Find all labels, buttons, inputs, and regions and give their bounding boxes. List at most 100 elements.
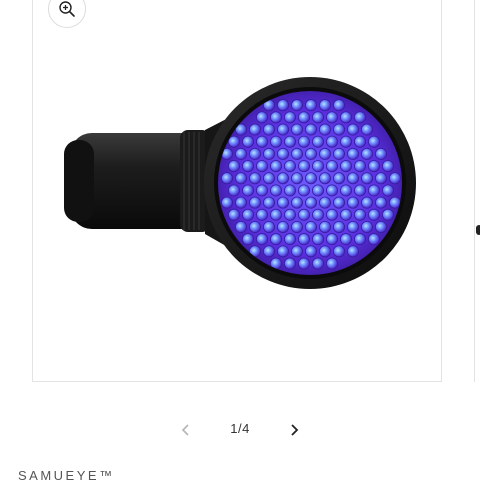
uv-led	[339, 184, 352, 197]
uv-led	[318, 147, 331, 160]
uv-led	[339, 135, 352, 148]
uv-led	[381, 184, 394, 197]
uv-led	[311, 160, 324, 173]
uv-led	[360, 147, 373, 160]
uv-led	[227, 184, 240, 197]
uv-led	[269, 160, 282, 173]
uv-led	[255, 135, 268, 148]
uv-led	[220, 196, 233, 209]
next-slide-button[interactable]	[282, 418, 306, 442]
uv-led	[241, 184, 254, 197]
uv-led	[374, 196, 387, 209]
uv-led	[297, 208, 310, 221]
uv-led	[367, 208, 380, 221]
uv-led	[290, 172, 303, 185]
uv-led	[353, 111, 366, 124]
uv-led	[262, 172, 275, 185]
uv-led	[283, 160, 296, 173]
uv-led	[360, 220, 373, 233]
uv-led	[353, 184, 366, 197]
uv-led	[276, 99, 289, 112]
uv-led	[318, 99, 331, 112]
uv-led	[353, 160, 366, 173]
uv-led	[346, 220, 359, 233]
uv-led	[283, 257, 296, 270]
total-slides: 4	[242, 421, 250, 436]
flashlight-tailcap	[64, 140, 94, 222]
uv-led	[269, 233, 282, 246]
uv-led	[234, 196, 247, 209]
uv-led	[332, 123, 345, 136]
uv-led	[332, 147, 345, 160]
uv-led	[248, 147, 261, 160]
uv-led	[325, 111, 338, 124]
uv-led	[304, 99, 317, 112]
previous-slide-button[interactable]	[174, 418, 198, 442]
uv-led	[311, 233, 324, 246]
uv-led	[318, 123, 331, 136]
uv-led	[220, 172, 233, 185]
product-image[interactable]	[0, 0, 480, 400]
uv-led	[339, 233, 352, 246]
uv-led	[367, 135, 380, 148]
uv-led	[276, 172, 289, 185]
uv-led	[325, 184, 338, 197]
uv-led	[311, 184, 324, 197]
uv-led	[318, 220, 331, 233]
uv-led	[311, 111, 324, 124]
uv-led	[374, 147, 387, 160]
uv-led	[241, 208, 254, 221]
uv-led	[367, 160, 380, 173]
uv-led	[262, 196, 275, 209]
uv-led	[297, 160, 310, 173]
uv-led	[367, 184, 380, 197]
uv-led	[332, 99, 345, 112]
uv-led	[304, 196, 317, 209]
uv-led	[311, 208, 324, 221]
uv-led	[346, 123, 359, 136]
uv-led	[325, 257, 338, 270]
uv-led	[332, 245, 345, 258]
uv-led	[332, 220, 345, 233]
uv-led	[255, 160, 268, 173]
uv-led	[339, 160, 352, 173]
uv-led	[304, 245, 317, 258]
uv-led	[304, 172, 317, 185]
uv-led	[290, 123, 303, 136]
uv-led	[290, 245, 303, 258]
uv-led	[234, 172, 247, 185]
chevron-left-icon	[181, 424, 189, 436]
uv-led	[269, 208, 282, 221]
uv-led	[339, 111, 352, 124]
uv-led	[290, 220, 303, 233]
uv-led	[248, 196, 261, 209]
uv-led	[255, 208, 268, 221]
uv-led	[269, 111, 282, 124]
uv-led	[339, 208, 352, 221]
uv-led	[241, 160, 254, 173]
uv-led	[325, 208, 338, 221]
uv-led	[227, 135, 240, 148]
uv-led	[290, 99, 303, 112]
uv-led	[234, 147, 247, 160]
uv-led	[304, 220, 317, 233]
uv-led	[241, 233, 254, 246]
uv-led	[255, 184, 268, 197]
uv-led	[262, 147, 275, 160]
uv-led	[297, 135, 310, 148]
uv-led	[262, 220, 275, 233]
uv-led	[262, 245, 275, 258]
uv-led	[255, 233, 268, 246]
uv-led	[332, 196, 345, 209]
uv-led	[227, 160, 240, 173]
uv-led	[353, 233, 366, 246]
uv-led	[290, 147, 303, 160]
uv-led	[353, 135, 366, 148]
uv-led	[346, 196, 359, 209]
uv-led	[276, 196, 289, 209]
uv-led	[304, 123, 317, 136]
slider-pagination: 1/4	[0, 418, 480, 442]
uv-led	[297, 233, 310, 246]
uv-led	[346, 172, 359, 185]
uv-led	[381, 208, 394, 221]
